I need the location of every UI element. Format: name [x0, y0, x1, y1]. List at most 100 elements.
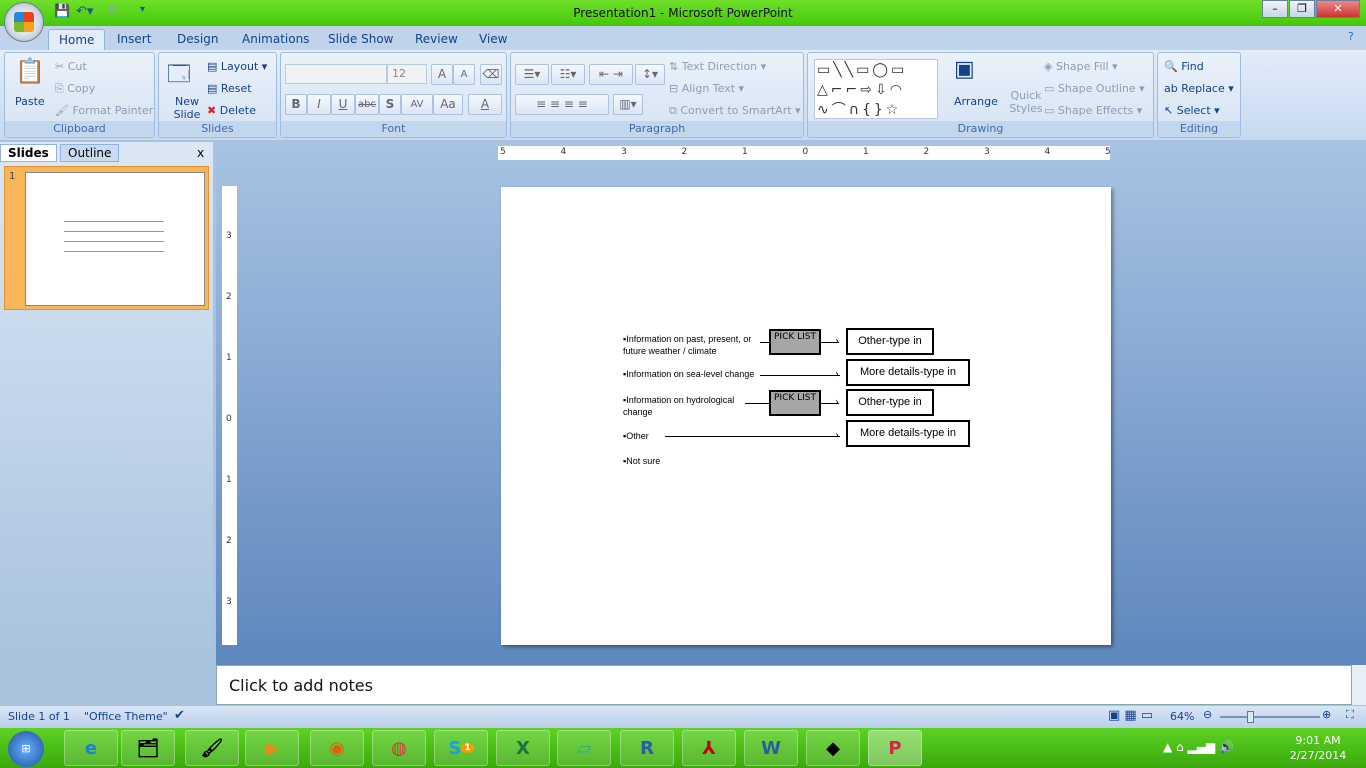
- tab-slide-show[interactable]: Slide Show: [318, 29, 403, 50]
- pick-list-box[interactable]: PICK LIST: [769, 390, 821, 416]
- firefox-icon[interactable]: ◉: [310, 730, 364, 766]
- media-icon[interactable]: ▶: [245, 730, 299, 766]
- spell-check-icon[interactable]: ✔: [174, 708, 185, 723]
- shapes-gallery[interactable]: ▭╲╲▭◯▭ △⌐⌐⇨⇩◠ ∿⌒∩{}☆: [814, 59, 938, 119]
- reset-button[interactable]: ▤ Reset: [207, 82, 252, 95]
- shrink-font-button[interactable]: A: [453, 64, 475, 85]
- slide-canvas[interactable]: ▪Information on past, present, or future…: [501, 187, 1111, 645]
- tab-insert[interactable]: Insert: [107, 29, 161, 50]
- convert-smartart-button[interactable]: ⧉ Convert to SmartArt ▾: [669, 104, 801, 118]
- italic-button[interactable]: I: [307, 94, 331, 115]
- start-button[interactable]: ⊞: [8, 731, 44, 767]
- zoom-level[interactable]: 64%: [1170, 710, 1194, 723]
- color-app-icon[interactable]: ◆: [806, 730, 860, 766]
- font-color-button[interactable]: A: [468, 94, 502, 115]
- bullet-weather[interactable]: ▪Information on past, present, or future…: [623, 333, 773, 357]
- tray-icons[interactable]: ▲ ⌂ ▂▄▆ 🔊: [1163, 740, 1234, 754]
- strikethrough-button[interactable]: abc: [355, 94, 379, 115]
- customize-qat-icon[interactable]: ▾: [140, 4, 145, 15]
- shape-effects-button[interactable]: ▭ Shape Effects ▾: [1044, 104, 1142, 117]
- indent-buttons[interactable]: ⇤ ⇥: [589, 64, 633, 85]
- zoom-out-icon[interactable]: ⊖: [1203, 708, 1212, 721]
- new-slide-button[interactable]: New Slide: [167, 95, 207, 121]
- layout-button[interactable]: ▤ Layout ▾: [207, 60, 267, 73]
- format-painter-button[interactable]: 🖌 Format Painter: [55, 104, 153, 117]
- tab-home[interactable]: Home: [48, 29, 106, 50]
- bullets-button[interactable]: ☰▾: [515, 64, 549, 85]
- pick-list-box[interactable]: PICK LIST: [769, 329, 821, 355]
- numbering-button[interactable]: ☷▾: [551, 64, 585, 85]
- clear-formatting-button[interactable]: ⌫: [480, 64, 502, 85]
- r-icon[interactable]: R: [620, 730, 674, 766]
- find-button[interactable]: 🔍 Find: [1164, 60, 1204, 73]
- skype-icon[interactable]: S1: [434, 730, 488, 766]
- minimize-button[interactable]: –: [1262, 0, 1288, 18]
- tab-review[interactable]: Review: [405, 29, 468, 50]
- other-type-in-box[interactable]: Other-type in: [846, 328, 934, 355]
- shape-fill-button[interactable]: ◈ Shape Fill ▾: [1044, 60, 1118, 73]
- bullet-hydrological[interactable]: ▪Information on hydrological change: [623, 394, 743, 418]
- zoom-slider[interactable]: [1220, 711, 1320, 723]
- ie-icon[interactable]: e: [64, 730, 118, 766]
- font-name-field[interactable]: [285, 64, 387, 84]
- close-button[interactable]: ✕: [1316, 0, 1360, 18]
- other-type-in-box[interactable]: Other-type in: [846, 389, 934, 416]
- tab-view[interactable]: View: [469, 29, 517, 50]
- theme-name[interactable]: "Office Theme": [84, 710, 168, 723]
- explorer-icon[interactable]: 🗂: [121, 730, 175, 766]
- fit-to-window-icon[interactable]: ⛶: [1346, 708, 1354, 722]
- word-icon[interactable]: W: [744, 730, 798, 766]
- chrome-icon[interactable]: ◍: [372, 730, 426, 766]
- tab-animations[interactable]: Animations: [232, 29, 319, 50]
- shadow-button[interactable]: S: [379, 94, 401, 115]
- bullet-sea-level[interactable]: ▪Information on sea-level change: [623, 368, 754, 380]
- grow-font-button[interactable]: A: [431, 64, 453, 85]
- view-buttons[interactable]: ▣ ▦ ▭: [1108, 708, 1153, 723]
- tab-design[interactable]: Design: [167, 29, 228, 50]
- clock[interactable]: 9:01 AM 2/27/2014: [1278, 733, 1358, 763]
- cut-button[interactable]: ✂ Cut: [55, 60, 87, 73]
- delete-button[interactable]: ✖ Delete: [207, 104, 256, 117]
- bullet-not-sure[interactable]: ▪Not sure: [623, 455, 660, 467]
- paste-button[interactable]: Paste: [15, 95, 45, 108]
- tab-outline[interactable]: Outline: [60, 144, 120, 162]
- replace-button[interactable]: ab Replace ▾: [1164, 82, 1234, 95]
- slide-thumbnail[interactable]: 1: [4, 166, 209, 310]
- zoom-in-icon[interactable]: ⊕: [1322, 708, 1331, 721]
- select-button[interactable]: ↖ Select ▾: [1164, 104, 1220, 117]
- notes-app-icon[interactable]: ▱: [557, 730, 611, 766]
- paint-icon[interactable]: 🖌: [185, 730, 239, 766]
- tab-slides[interactable]: Slides: [0, 144, 57, 162]
- quick-styles-button[interactable]: Quick Styles: [1006, 89, 1046, 115]
- close-pane-button[interactable]: x: [197, 146, 204, 160]
- columns-button[interactable]: ▥▾: [613, 94, 643, 115]
- change-case-button[interactable]: Aa: [433, 94, 463, 115]
- more-details-box[interactable]: More details-type in: [846, 420, 970, 447]
- shape-outline-button[interactable]: ▭ Shape Outline ▾: [1044, 82, 1145, 95]
- font-size-field[interactable]: 12: [387, 64, 427, 84]
- zoom-slider-thumb[interactable]: [1247, 711, 1254, 723]
- acrobat-icon[interactable]: ⅄: [682, 730, 736, 766]
- help-icon[interactable]: ?: [1348, 30, 1354, 43]
- alignment-buttons[interactable]: ≡ ≡ ≡ ≡: [515, 94, 609, 115]
- powerpoint-icon[interactable]: P: [868, 730, 922, 766]
- office-button[interactable]: [4, 2, 44, 42]
- bold-button[interactable]: B: [285, 94, 307, 115]
- arrange-button[interactable]: Arrange: [954, 95, 998, 108]
- underline-button[interactable]: U: [331, 94, 355, 115]
- save-icon[interactable]: 💾: [54, 4, 70, 19]
- align-text-button[interactable]: ⊟ Align Text ▾: [669, 82, 744, 95]
- undo-icon[interactable]: ↶▾: [76, 4, 93, 19]
- redo-icon[interactable]: ↻: [108, 4, 119, 19]
- more-details-box[interactable]: More details-type in: [846, 359, 970, 386]
- text-direction-label: Text Direction: [681, 60, 758, 73]
- notes-scrollbar[interactable]: [1352, 665, 1366, 705]
- line-spacing-button[interactable]: ↕▾: [635, 64, 665, 85]
- notes-field[interactable]: Click to add notes: [216, 665, 1352, 705]
- character-spacing-button[interactable]: AV: [401, 94, 433, 115]
- maximize-button[interactable]: ❐: [1289, 0, 1315, 18]
- copy-button[interactable]: ⎘ Copy: [55, 82, 95, 96]
- excel-icon[interactable]: X: [496, 730, 550, 766]
- text-direction-button[interactable]: ⇅ Text Direction ▾: [669, 60, 766, 73]
- bullet-other[interactable]: ▪Other: [623, 430, 649, 442]
